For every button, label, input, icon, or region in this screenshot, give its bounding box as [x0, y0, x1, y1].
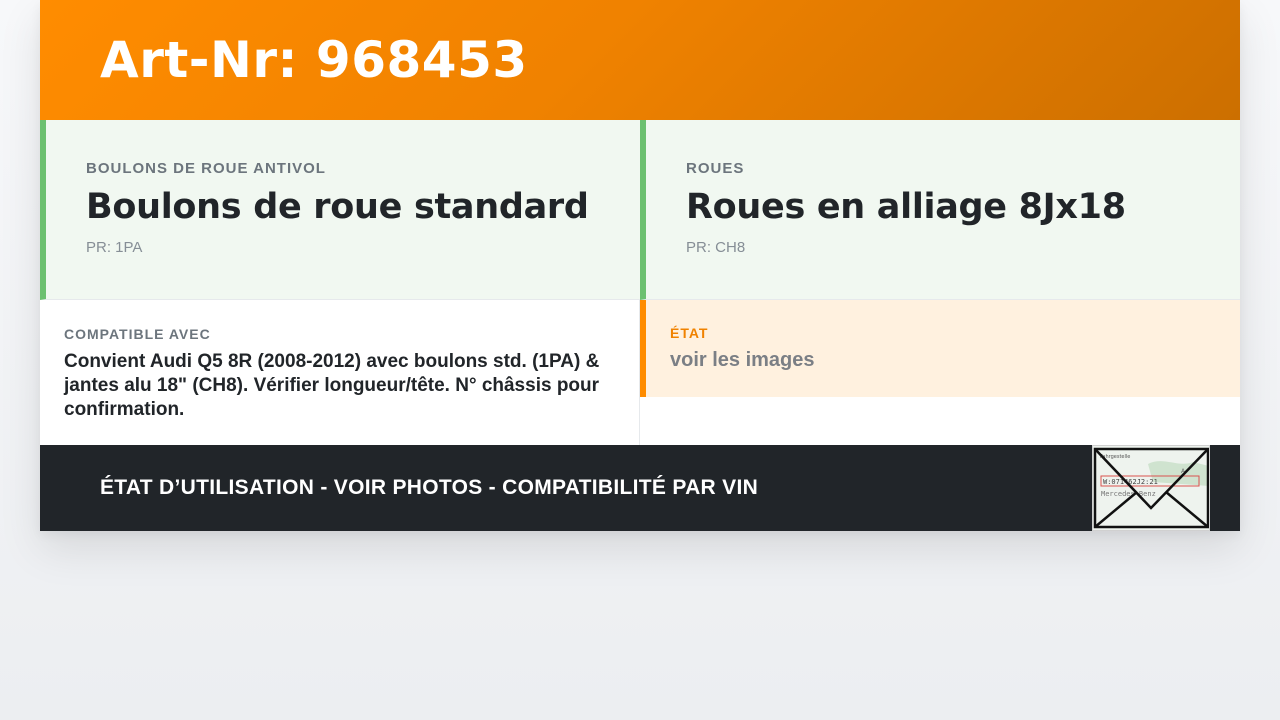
card-header: Art-Nr: 968453	[40, 0, 1240, 120]
compatibility-label: COMPATIBLE AVEC	[64, 326, 211, 342]
compatibility-section: COMPATIBLE AVEC Convient Audi Q5 8R (200…	[40, 300, 640, 445]
option-category: BOULONS DE ROUE ANTIVOL	[86, 160, 326, 177]
option-card-lock-bolts: BOULONS DE ROUE ANTIVOL Boulons de roue …	[40, 120, 640, 300]
option-pr-code: PR: 1PA	[86, 239, 143, 256]
footer-text: ÉTAT D’UTILISATION - VOIR PHOTOS - COMPA…	[100, 476, 759, 499]
product-card: Art-Nr: 968453 BOULONS DE ROUE ANTIVOL B…	[40, 0, 1240, 531]
article-number-title: Art-Nr: 968453	[100, 31, 528, 89]
option-category: ROUES	[686, 160, 745, 177]
option-pr-code: PR: CH8	[686, 239, 746, 256]
thumb-brand-text: Mercedes-Benz	[1101, 490, 1156, 498]
option-card-wheels: ROUES Roues en alliage 8Jx18 PR: CH8	[640, 120, 1240, 300]
options-row: BOULONS DE ROUE ANTIVOL Boulons de roue …	[40, 120, 1240, 300]
state-label: ÉTAT	[670, 325, 709, 341]
state-column: ÉTAT voir les images	[640, 300, 1240, 445]
compatibility-text: Convient Audi Q5 8R (2008-2012) avec bou…	[64, 351, 600, 420]
option-name: Roues en alliage 8Jx18	[686, 187, 1126, 227]
state-value: voir les images	[670, 349, 815, 371]
footer-banner: ÉTAT D’UTILISATION - VOIR PHOTOS - COMPA…	[40, 445, 1240, 531]
vin-plate-image: Fahrgestelle A W:071462J2:21 Mercedes-Be…	[1093, 446, 1209, 530]
option-name: Boulons de roue standard	[86, 187, 589, 227]
details-row: COMPATIBLE AVEC Convient Audi Q5 8R (200…	[40, 300, 1240, 445]
state-section: ÉTAT voir les images	[640, 300, 1240, 397]
vin-photo-thumbnail[interactable]: Fahrgestelle A W:071462J2:21 Mercedes-Be…	[1092, 445, 1210, 531]
